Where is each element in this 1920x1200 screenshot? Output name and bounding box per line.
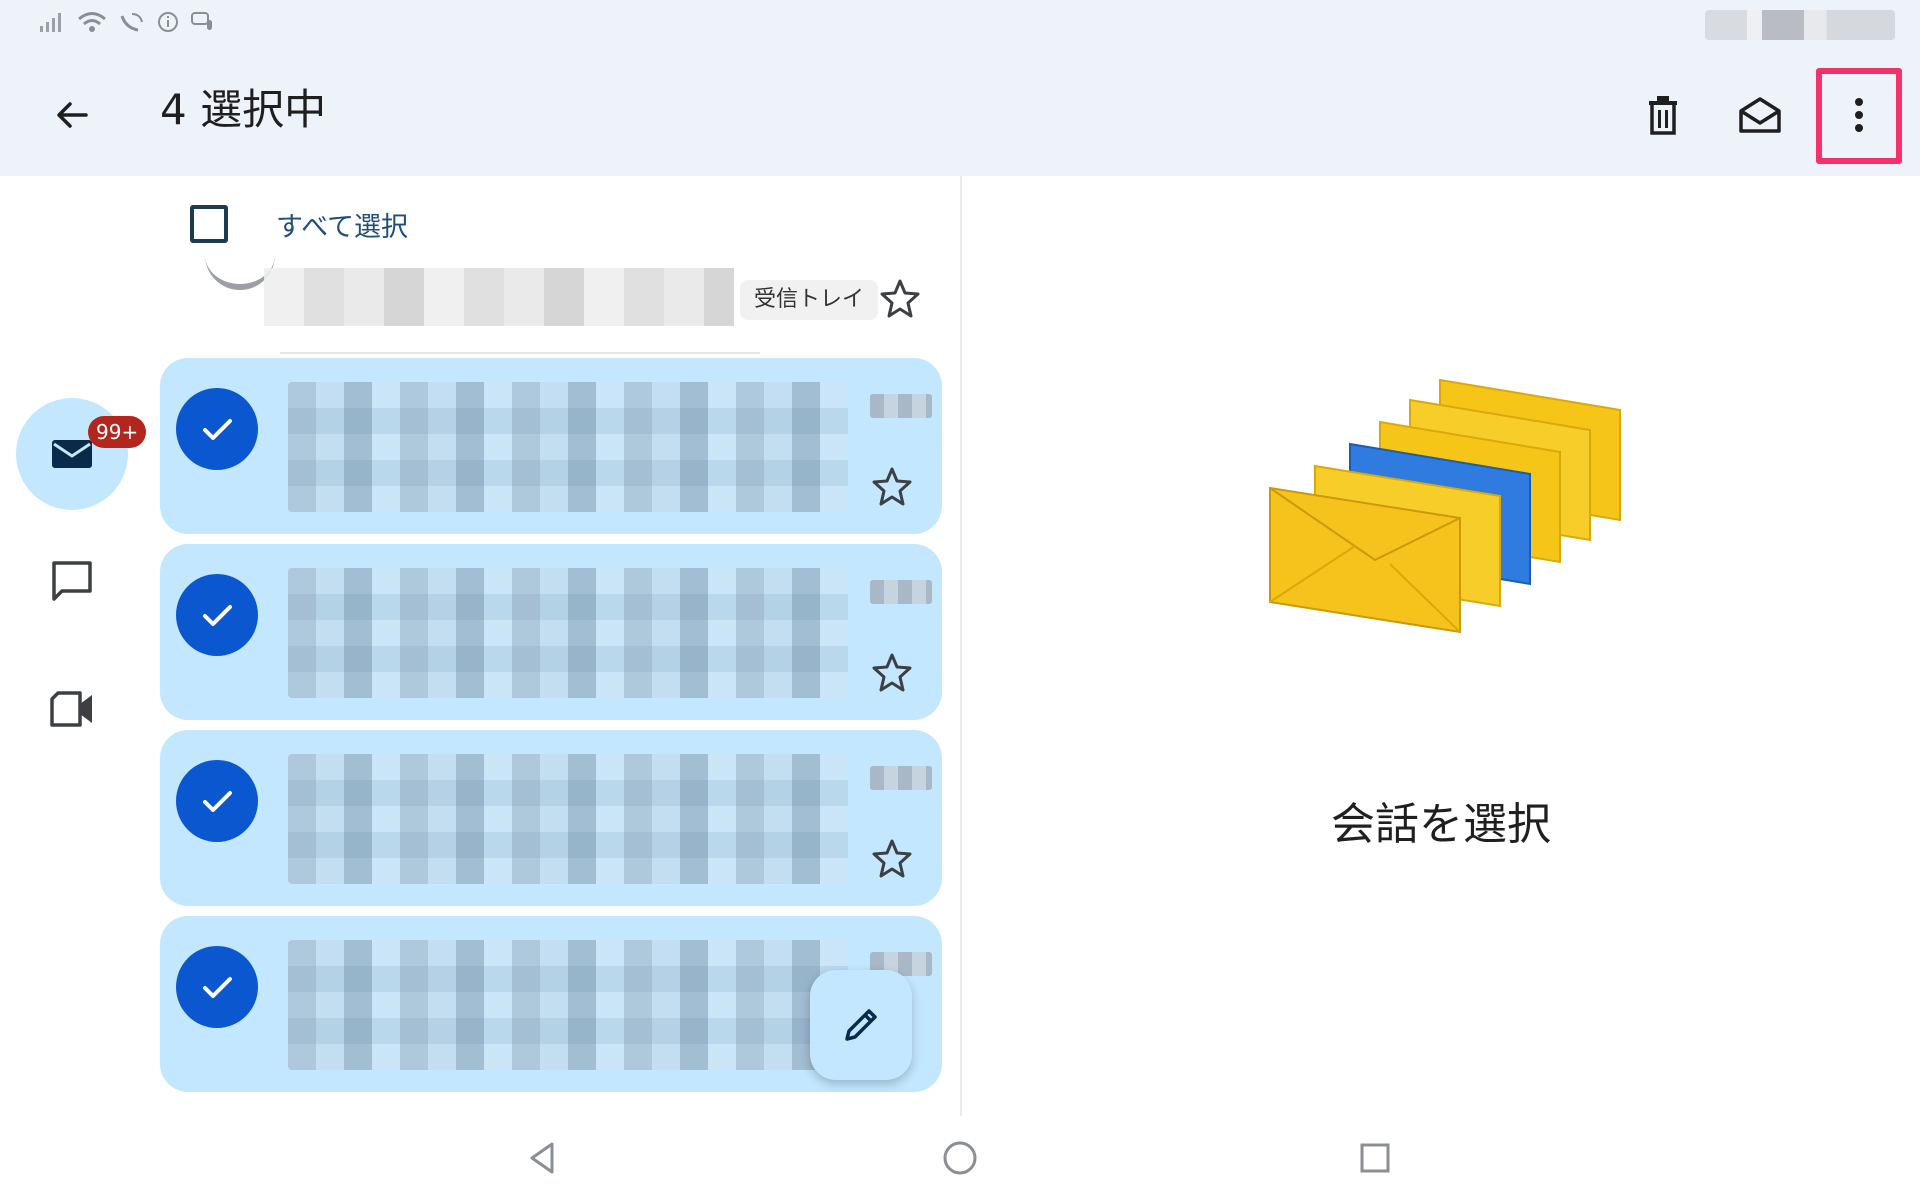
list-item-selected[interactable] [160, 730, 942, 906]
star-button[interactable] [866, 832, 918, 884]
status-icons [38, 10, 216, 34]
call-wifi-icon [120, 13, 143, 32]
list-item-selected[interactable] [160, 358, 942, 534]
more-vert-icon [1855, 98, 1863, 132]
chat-icon [52, 561, 92, 601]
star-outline-icon [872, 839, 912, 878]
check-icon [203, 791, 232, 812]
more-options-button[interactable] [1829, 85, 1889, 145]
inbox-label-chip: 受信トレイ [740, 280, 879, 320]
nav-mail[interactable]: 99+ [16, 398, 147, 510]
info-icon [158, 12, 178, 32]
selected-check[interactable] [176, 574, 258, 656]
arrow-back-icon [57, 102, 88, 128]
mail-badge: 99+ [88, 416, 147, 448]
redacted-preview [264, 268, 734, 326]
list-item-selected[interactable] [160, 544, 942, 720]
redacted-date [870, 766, 932, 790]
selection-count-title: 4 選択中 [160, 85, 327, 134]
envelopes-illustration [1269, 378, 1621, 634]
nav-chat[interactable] [16, 525, 128, 637]
star-button[interactable] [866, 646, 918, 698]
edit-pencil-icon [845, 1009, 877, 1041]
redacted-preview [288, 940, 848, 1070]
list-item-partial[interactable]: 受信トレイ [180, 260, 960, 354]
divider [280, 352, 760, 354]
redacted-preview [288, 754, 848, 884]
compose-button[interactable] [810, 970, 912, 1080]
back-button[interactable] [42, 85, 102, 145]
check-icon [203, 605, 232, 626]
app-bar: 4 選択中 [0, 50, 1920, 176]
status-clock-redacted [1705, 10, 1895, 40]
nav-meet[interactable] [16, 653, 128, 765]
mic-message-icon [191, 12, 212, 30]
redacted-preview [288, 568, 848, 698]
delete-icon [1649, 96, 1677, 135]
check-icon [203, 977, 232, 998]
delete-button[interactable] [1633, 85, 1693, 145]
pane-divider [960, 176, 962, 1116]
select-all-label: すべて選択 [276, 211, 409, 243]
wifi-icon [78, 12, 106, 32]
select-conversation-label: 会話を選択 [1331, 799, 1551, 850]
star-button[interactable] [874, 272, 926, 324]
redacted-date [870, 394, 932, 418]
selected-check[interactable] [176, 760, 258, 842]
redacted-preview [288, 382, 848, 512]
status-bar [0, 0, 1920, 50]
star-outline-icon [872, 467, 912, 506]
selected-check[interactable] [176, 946, 258, 1028]
system-home-button[interactable] [932, 1130, 988, 1186]
mail-icon [52, 440, 92, 468]
check-icon [203, 419, 232, 440]
system-nav-bar [0, 1116, 1920, 1200]
system-recents-button[interactable] [1347, 1130, 1403, 1186]
star-button[interactable] [866, 460, 918, 512]
circle-home-icon [943, 1141, 977, 1175]
square-recents-icon [1360, 1143, 1390, 1173]
mark-read-icon [1739, 97, 1781, 133]
redacted-date [870, 580, 932, 604]
signal-icon [40, 13, 61, 32]
screen: 4 選択中 99+ すべて選択 受信トレイ 会話を選択 [0, 0, 1920, 1200]
system-back-button[interactable] [514, 1130, 570, 1186]
meet-icon [50, 691, 92, 727]
selected-check[interactable] [176, 388, 258, 470]
mark-as-read-button[interactable] [1730, 85, 1790, 145]
star-outline-icon [872, 653, 912, 692]
star-outline-icon [880, 279, 920, 318]
triangle-back-icon [530, 1142, 554, 1174]
